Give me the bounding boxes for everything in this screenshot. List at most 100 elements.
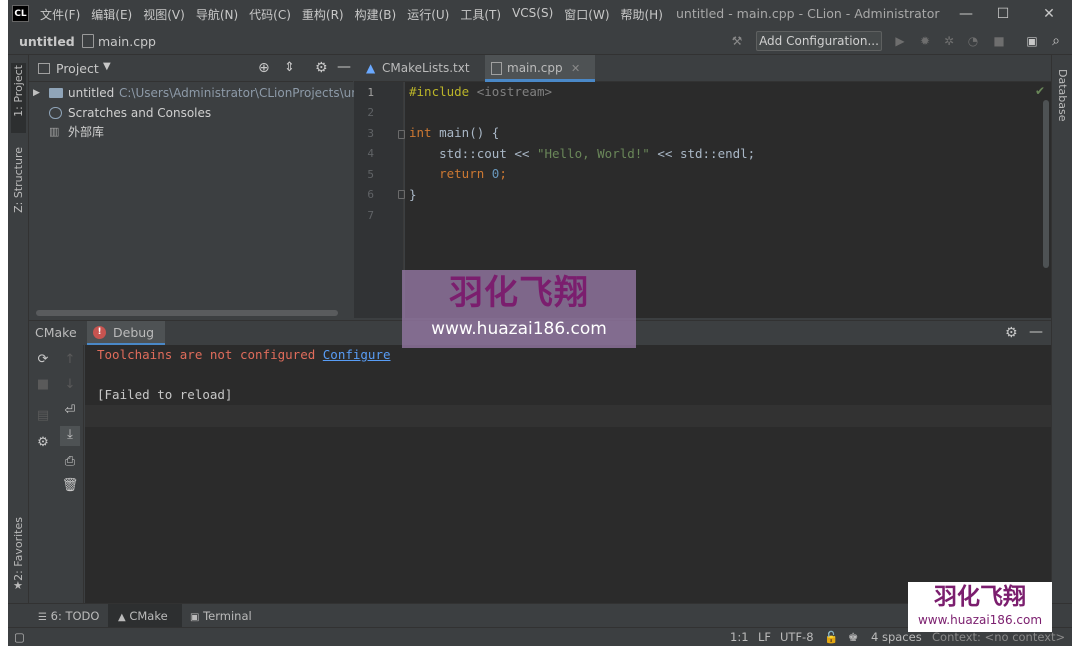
arrow-up-icon[interactable]: ↑ — [61, 351, 79, 369]
cmake-tool-tab[interactable]: ▲ CMake — [108, 604, 182, 628]
build-hammer-icon[interactable]: ⚒ — [730, 34, 744, 48]
close-tab-icon[interactable]: ✕ — [571, 55, 580, 82]
console-failed-line: [Failed to reload] — [97, 387, 233, 402]
toggle-tool-windows-icon[interactable]: ▢ — [14, 628, 25, 646]
breadcrumb-file[interactable]: main.cpp — [98, 34, 156, 49]
fold-marker-icon[interactable] — [398, 130, 405, 139]
project-structure-icon[interactable]: ▣ — [1025, 34, 1039, 48]
project-horizontal-scrollbar[interactable] — [36, 310, 338, 316]
project-view-icon — [38, 63, 50, 74]
locate-file-icon[interactable]: ⊕ — [258, 60, 270, 76]
watermark-url: www.huazai186.com — [431, 319, 607, 339]
stop-icon[interactable]: ■ — [34, 376, 52, 394]
lock-icon[interactable]: 🔓 — [824, 628, 838, 646]
tree-item-root[interactable]: ▶ untitled C:\Users\Administrator\CLionP… — [29, 83, 367, 103]
menu-file[interactable]: 文件(F) — [40, 6, 80, 23]
tree-item-scratches[interactable]: Scratches and Consoles — [29, 103, 353, 123]
keyword-token: int — [409, 125, 432, 140]
project-tool-label: 1: Project — [12, 65, 25, 117]
structure-tool-tab[interactable]: Z: Structure — [12, 147, 25, 213]
todo-icon: ☰ — [38, 612, 47, 623]
menu-view[interactable]: 视图(V) — [143, 6, 185, 23]
watermark-url: www.huazai186.com — [917, 613, 1043, 627]
menu-refactor[interactable]: 重构(R) — [302, 6, 344, 23]
add-configuration-button[interactable]: Add Configuration... — [756, 31, 882, 51]
editor-vertical-scrollbar[interactable] — [1043, 100, 1049, 268]
tab-debug[interactable]: ! Debug — [87, 321, 165, 346]
navigation-bar: untitled main.cpp ⚒ Add Configuration...… — [8, 28, 1072, 55]
caret-position[interactable]: 1:1 — [730, 628, 749, 646]
soft-wrap-icon[interactable]: ⏎ — [61, 402, 79, 420]
hide-panel-icon[interactable]: — — [337, 59, 351, 75]
database-tool-tab[interactable]: Database — [1056, 69, 1069, 122]
file-encoding[interactable]: UTF-8 — [780, 628, 814, 646]
menu-navigate[interactable]: 导航(N) — [196, 6, 238, 23]
tab-cmakelists[interactable]: ▲ CMakeLists.txt — [360, 55, 482, 82]
collapse-all-icon[interactable]: ⇕ — [284, 60, 295, 75]
terminal-tool-tab[interactable]: ▣ Terminal — [190, 604, 252, 628]
menu-vcs[interactable]: VCS(S) — [512, 6, 553, 23]
reload-icon[interactable]: ⟳ — [34, 351, 52, 369]
menu-run[interactable]: 运行(U) — [407, 6, 449, 23]
console-output[interactable]: Toolchains are not configured Configure … — [85, 345, 1051, 603]
inspector-icon[interactable]: ♚ — [848, 628, 858, 646]
line-separator[interactable]: LF — [758, 628, 771, 646]
clion-logo-icon: CL — [12, 5, 29, 22]
code-token: << std::endl; — [649, 146, 756, 161]
gear-icon[interactable]: ⚙ — [315, 60, 328, 76]
configure-link[interactable]: Configure — [323, 347, 391, 362]
code-token: ; — [499, 166, 507, 181]
code-line-5: return 0; — [409, 164, 507, 185]
run-icon[interactable]: ▶ — [893, 34, 907, 48]
coverage-icon[interactable]: ✲ — [942, 34, 956, 48]
line-number: 4 — [367, 147, 374, 160]
scroll-to-end-icon[interactable]: ⤓ — [60, 426, 80, 446]
tree-item-external-libraries[interactable]: ▥ 外部库 — [29, 122, 353, 142]
left-tool-strip: 1: Project Z: Structure 2: Favorites ★ — [8, 55, 29, 620]
code-token: } — [409, 187, 417, 202]
code-line-4: std::cout << "Hello, World!" << std::end… — [409, 144, 755, 165]
console-error-line: Toolchains are not configured Configure — [97, 347, 391, 362]
breadcrumb-project[interactable]: untitled — [19, 34, 75, 49]
menu-help[interactable]: 帮助(H) — [621, 6, 663, 23]
print-icon[interactable]: ⎙ — [61, 453, 79, 471]
close-button[interactable]: ✕ — [1039, 4, 1059, 24]
tab-label: main.cpp — [507, 61, 563, 75]
line-number: 2 — [367, 106, 374, 119]
trash-icon[interactable]: 🗑 — [61, 477, 79, 495]
arrow-down-icon[interactable]: ↓ — [61, 376, 79, 394]
cmake-file-icon: ▲ — [366, 61, 376, 75]
menu-code[interactable]: 代码(C) — [249, 6, 291, 23]
tab-cmake[interactable]: CMake — [35, 321, 77, 346]
fold-marker-icon[interactable] — [398, 190, 405, 199]
scratches-icon — [49, 107, 62, 119]
gear-icon[interactable]: ⚙ — [34, 434, 52, 452]
minimize-button[interactable]: — — [956, 4, 976, 24]
maximize-button[interactable]: ☐ — [993, 4, 1013, 24]
menu-build[interactable]: 构建(B) — [355, 6, 397, 23]
search-icon[interactable]: ⌕ — [1049, 34, 1063, 48]
todo-tool-tab[interactable]: ☰ 6: TODO — [38, 604, 99, 628]
caret-row-highlight — [85, 405, 1051, 427]
hide-panel-icon[interactable]: — — [1029, 324, 1043, 340]
tab-main-cpp[interactable]: main.cpp ✕ — [485, 55, 595, 82]
project-view-selector[interactable]: Project — [56, 61, 99, 76]
cmake-toolbar: ⟳ ■ ▤ ⚙ — [29, 345, 57, 603]
profile-icon[interactable]: ◔ — [966, 34, 980, 48]
gear-icon[interactable]: ⚙ — [1005, 325, 1018, 341]
project-path: C:\Users\Administrator\CLionProjects\unt… — [119, 86, 367, 100]
menu-edit[interactable]: 编辑(E) — [91, 6, 132, 23]
expand-arrow-icon[interactable]: ▶ — [33, 83, 40, 103]
tab-label: 6: TODO — [50, 609, 100, 623]
stop-icon[interactable]: ■ — [992, 34, 1006, 48]
project-tool-tab[interactable]: 1: Project — [11, 63, 26, 133]
menu-tools[interactable]: 工具(T) — [460, 6, 501, 23]
watermark-brand: 羽化飞翔 — [934, 584, 1026, 610]
menu-window[interactable]: 窗口(W) — [564, 6, 609, 23]
chevron-down-icon[interactable]: ▼ — [103, 61, 111, 72]
clear-cache-icon[interactable]: ▤ — [34, 407, 52, 425]
debug-icon[interactable]: ✹ — [918, 34, 932, 48]
database-tool-label: Database — [1056, 69, 1069, 122]
favorites-tool-tab[interactable]: 2: Favorites — [12, 517, 25, 581]
tab-label: Terminal — [203, 609, 252, 623]
